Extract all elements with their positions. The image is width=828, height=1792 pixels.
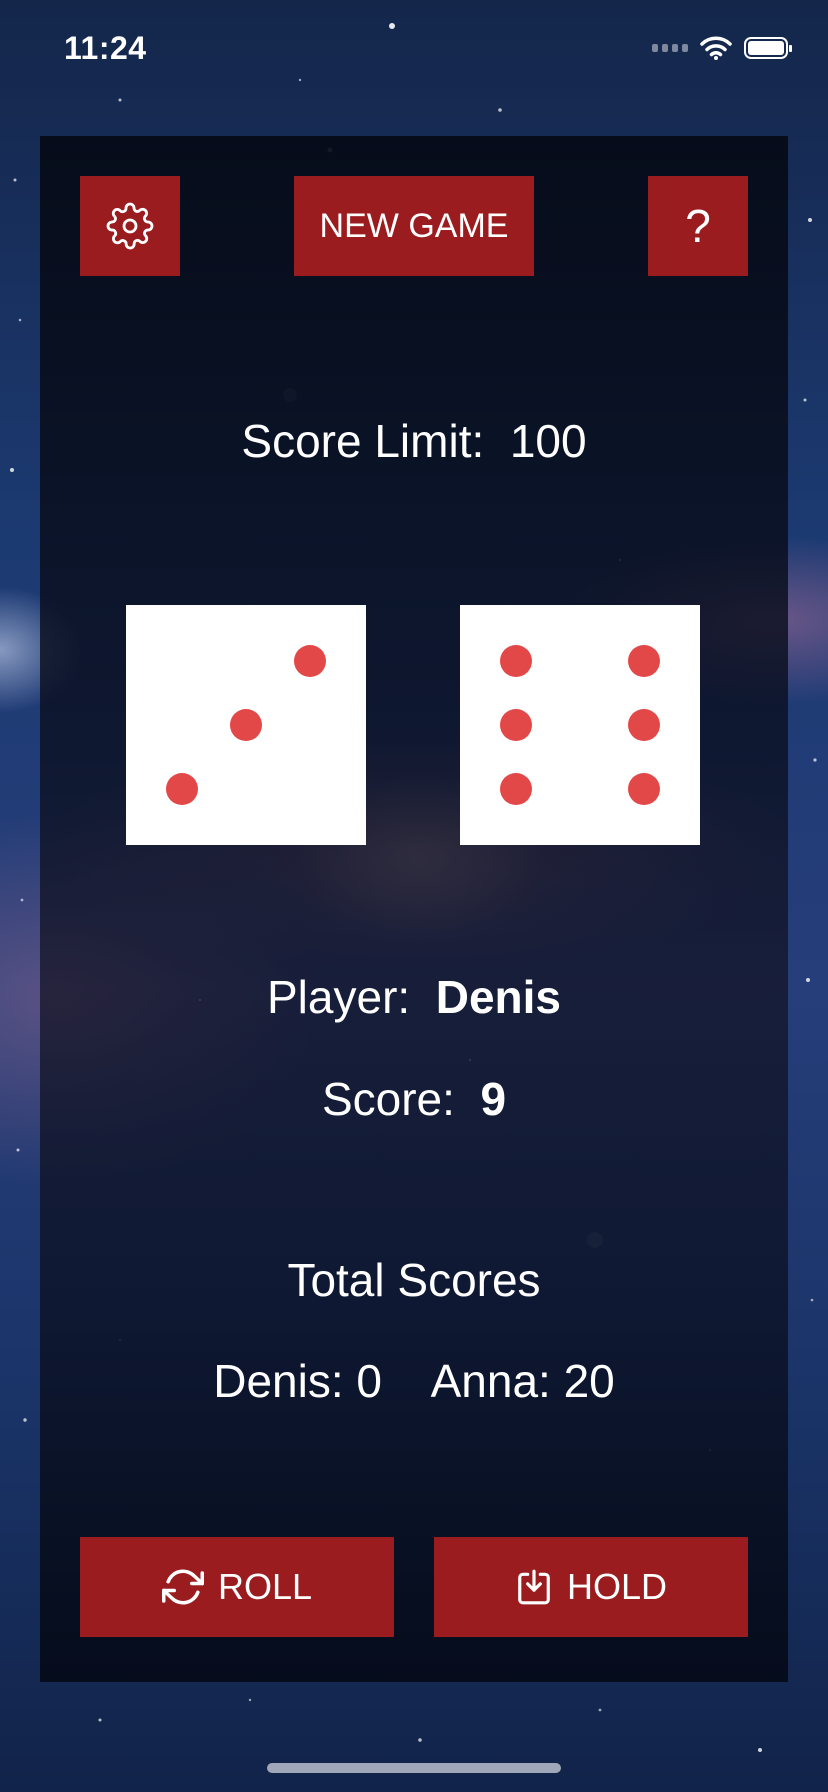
total-scores-list: Denis: 0 Anna: 20 (40, 1354, 788, 1408)
wifi-icon (700, 36, 732, 60)
die-pip (230, 709, 262, 741)
score-limit: Score Limit: 100 (40, 414, 788, 468)
die-pip (500, 645, 532, 677)
hold-label: HOLD (566, 1566, 668, 1607)
die-pip (628, 645, 660, 677)
die-pip (500, 773, 532, 805)
new-game-button[interactable]: NEW GAME (294, 176, 534, 276)
die-2 (460, 605, 700, 845)
current-score: Score: 9 (40, 1072, 788, 1126)
die-pip (294, 645, 326, 677)
total-scores-title: Total Scores (287, 1254, 541, 1306)
cellular-signal-icon (652, 44, 688, 52)
home-indicator (267, 1763, 561, 1773)
die-pip (628, 709, 660, 741)
player-label: Player: (267, 971, 411, 1023)
die-1 (126, 605, 366, 845)
current-player: Player: Denis (40, 970, 788, 1024)
score-limit-value: 100 (509, 415, 587, 467)
game-panel: NEW GAME ? Score Limit: 100 Player: Deni… (40, 136, 788, 1682)
die-pip (500, 709, 532, 741)
total-player-2: Anna: 20 (430, 1355, 615, 1407)
die-pip (628, 773, 660, 805)
total-player-1: Denis: 0 (213, 1355, 382, 1407)
roll-button[interactable]: ROLL (80, 1537, 394, 1637)
hold-button[interactable]: HOLD (434, 1537, 748, 1637)
status-icons (652, 36, 792, 60)
settings-button[interactable] (80, 176, 180, 276)
download-tray-icon (518, 1569, 550, 1605)
gear-icon (106, 202, 154, 250)
refresh-icon (161, 1569, 204, 1605)
die-pip (166, 773, 198, 805)
score-value: 9 (480, 1073, 507, 1125)
player-name: Denis (435, 971, 561, 1023)
status-time: 11:24 (64, 30, 147, 66)
score-limit-label: Score Limit: (241, 415, 485, 467)
roll-label: ROLL (217, 1566, 313, 1607)
status-bar: 11:24 (0, 0, 828, 100)
battery-icon (744, 37, 792, 59)
help-button[interactable]: ? (648, 176, 748, 276)
score-label: Score: (321, 1073, 455, 1125)
